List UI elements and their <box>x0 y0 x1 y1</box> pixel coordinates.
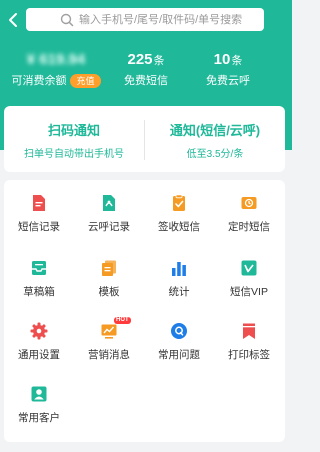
account-stats: ¥ 619.94 可消费余额 充值 225条 免费短信 10条 免费云呼 <box>0 50 292 100</box>
hot-badge: HOT <box>114 317 131 324</box>
menu-item-timer-sms[interactable]: 定时短信 <box>214 194 284 249</box>
menu-item-draft-box[interactable]: 草稿箱 <box>4 259 74 314</box>
recharge-button[interactable]: 充值 <box>70 74 101 88</box>
menu-item-template[interactable]: 模板 <box>74 259 144 314</box>
menu-label: 短信VIP <box>230 286 268 298</box>
menu-label: 统计 <box>168 286 190 298</box>
statistics-icon <box>172 262 186 276</box>
menu-label: 常用客户 <box>18 412 60 424</box>
free-cloud-call-stat[interactable]: 10条 免费云呼 <box>182 50 274 88</box>
template-icon <box>102 260 116 276</box>
free-cloud-call-unit: 条 <box>231 55 243 67</box>
timer-sms-icon <box>241 197 257 209</box>
menu-item-call-record[interactable]: 云呼记录 <box>74 194 144 249</box>
menu-label: 模板 <box>98 286 120 298</box>
free-sms-count: 225 <box>127 51 153 68</box>
balance-value: ¥ 619.94 <box>26 51 86 68</box>
menu-item-marketing[interactable]: HOT 营销消息 <box>74 317 144 377</box>
menu-item-settings[interactable]: 通用设置 <box>4 322 74 377</box>
free-cloud-call-label: 免费云呼 <box>206 75 250 87</box>
scan-notify-button[interactable]: 扫码通知 扫单号自动带出手机号 <box>4 106 144 172</box>
sms-call-notify-subtitle: 低至3.5分/条 <box>186 149 244 160</box>
scan-notify-subtitle: 扫单号自动带出手机号 <box>24 149 124 160</box>
menu-item-statistics[interactable]: 统计 <box>144 259 214 314</box>
menu-label: 通用设置 <box>18 349 60 361</box>
print-label-icon <box>243 323 255 339</box>
call-record-icon <box>103 195 115 211</box>
customer-icon <box>31 386 47 402</box>
menu-label: 打印标签 <box>228 349 270 361</box>
search-icon <box>60 13 74 26</box>
feature-grid: 短信记录 云呼记录 签收短信 定时短信 草稿箱 模板 统计 短信VIP 通用设置… <box>4 180 285 442</box>
free-sms-label: 免费短信 <box>124 75 168 87</box>
scan-notify-title: 扫码通知 <box>47 123 100 138</box>
menu-item-sms-record[interactable]: 短信记录 <box>4 194 74 249</box>
sms-vip-icon <box>241 260 257 276</box>
menu-label: 签收短信 <box>158 221 200 233</box>
menu-item-faq[interactable]: 常用问题 <box>144 322 214 377</box>
menu-item-print-label[interactable]: 打印标签 <box>214 322 284 377</box>
menu-item-sms-vip[interactable]: 短信VIP <box>214 259 284 314</box>
search-box[interactable] <box>26 8 264 31</box>
sms-record-icon <box>33 195 45 211</box>
sms-call-notify-title: 通知(短信/云呼) <box>169 123 261 138</box>
free-sms-stat[interactable]: 225条 免费短信 <box>100 50 192 88</box>
menu-label: 云呼记录 <box>88 221 130 233</box>
settings-icon <box>30 322 48 340</box>
menu-item-customer[interactable]: 常用客户 <box>4 385 74 440</box>
sign-sms-icon <box>173 194 185 211</box>
menu-label: 营销消息 <box>88 349 130 361</box>
search-input[interactable] <box>79 13 259 26</box>
menu-label: 常用问题 <box>158 349 200 361</box>
sms-call-notify-button[interactable]: 通知(短信/云呼) 低至3.5分/条 <box>145 106 285 172</box>
menu-label: 草稿箱 <box>23 286 55 298</box>
back-arrow-icon[interactable] <box>4 10 24 30</box>
faq-icon <box>171 323 187 339</box>
free-sms-unit: 条 <box>153 55 165 67</box>
menu-label: 定时短信 <box>228 221 270 233</box>
menu-item-sign-sms[interactable]: 签收短信 <box>144 194 214 249</box>
notify-card: 扫码通知 扫单号自动带出手机号 通知(短信/云呼) 低至3.5分/条 <box>4 106 285 172</box>
menu-label: 短信记录 <box>18 221 60 233</box>
balance-stat[interactable]: ¥ 619.94 可消费余额 充值 <box>6 50 106 88</box>
draft-box-icon <box>32 261 46 275</box>
marketing-icon <box>101 324 117 339</box>
balance-label: 可消费余额 <box>11 75 67 87</box>
free-cloud-call-count: 10 <box>213 51 231 68</box>
